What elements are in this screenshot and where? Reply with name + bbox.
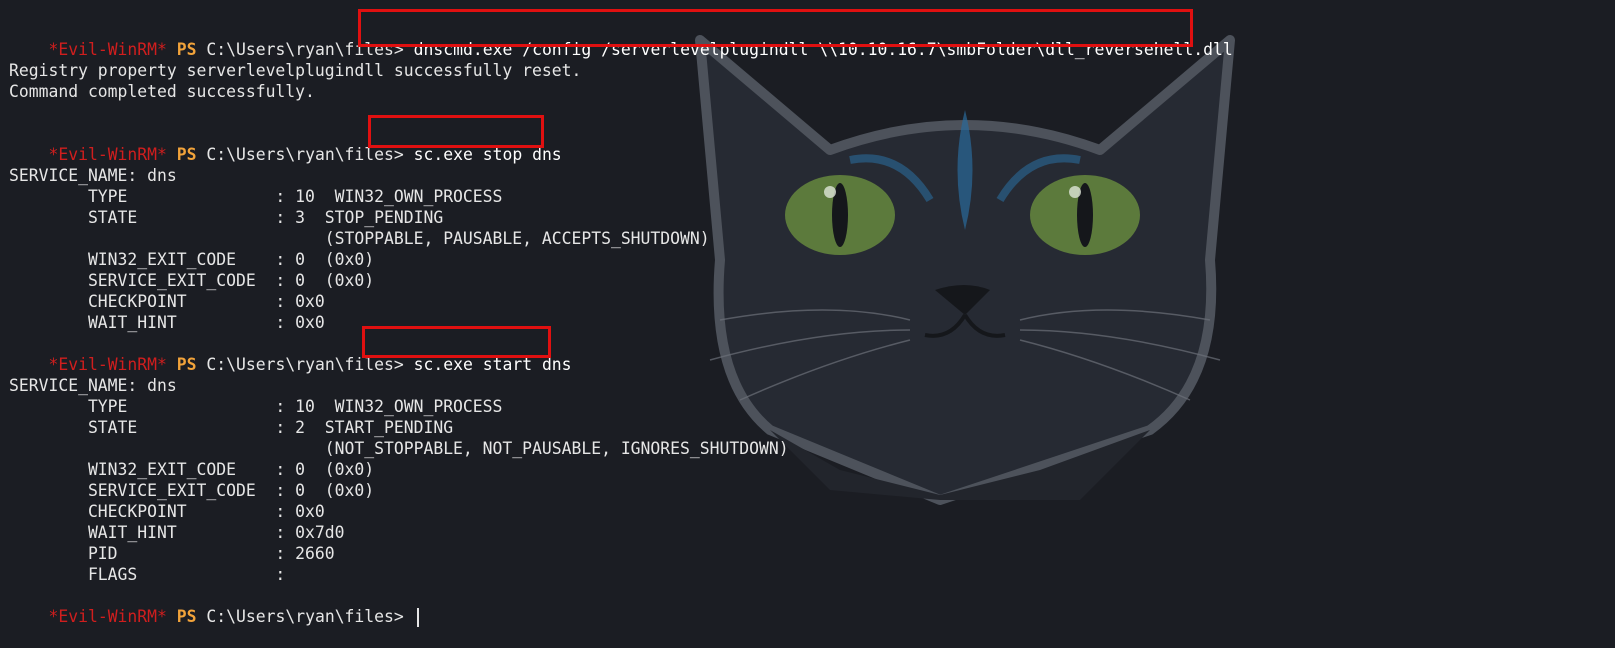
output-line: TYPE : 10 WIN32_OWN_PROCESS [9,397,503,416]
output-line: Command completed successfully. [9,82,315,101]
output-line: SERVICE_NAME: dns [9,376,177,395]
output-line: STATE : 2 START_PENDING [9,418,454,437]
output-line: (STOPPABLE, PAUSABLE, ACCEPTS_SHUTDOWN) [9,229,710,248]
terminal-output[interactable]: *Evil-WinRM* PS C:\Users\ryan\files> dns… [9,9,1615,627]
prompt-line[interactable]: *Evil-WinRM* PS C:\Users\ryan\files> [9,585,1615,627]
prompt-user-tag: *Evil-WinRM* [48,607,167,626]
output-line: WIN32_EXIT_CODE : 0 (0x0) [9,250,375,269]
output-line: CHECKPOINT : 0x0 [9,502,325,521]
output-line: SERVICE_NAME: dns [9,166,177,185]
prompt-line: *Evil-WinRM* PS C:\Users\ryan\files> sc.… [9,115,1615,164]
output-line: SERVICE_EXIT_CODE : 0 (0x0) [9,271,375,290]
output-line: Registry property serverlevelplugindll s… [9,61,582,80]
output-line: PID : 2660 [9,544,335,563]
output-line: CHECKPOINT : 0x0 [9,292,325,311]
output-line: STATE : 3 STOP_PENDING [9,208,444,227]
prompt-line: *Evil-WinRM* PS C:\Users\ryan\files> sc.… [9,326,1615,374]
prompt-shell: PS [176,607,197,626]
prompt-line: *Evil-WinRM* PS C:\Users\ryan\files> dns… [9,9,1615,59]
output-line: WIN32_EXIT_CODE : 0 (0x0) [9,460,375,479]
output-line: FLAGS : [9,565,286,584]
output-line: TYPE : 10 WIN32_OWN_PROCESS [9,187,503,206]
text-cursor[interactable] [416,608,419,627]
output-line: (NOT_STOPPABLE, NOT_PAUSABLE, IGNORES_SH… [9,439,789,458]
output-line: SERVICE_EXIT_CODE : 0 (0x0) [9,481,375,500]
output-line: WAIT_HINT : 0x0 [9,313,325,332]
output-line: WAIT_HINT : 0x7d0 [9,523,345,542]
prompt-path: C:\Users\ryan\files> [206,607,404,626]
